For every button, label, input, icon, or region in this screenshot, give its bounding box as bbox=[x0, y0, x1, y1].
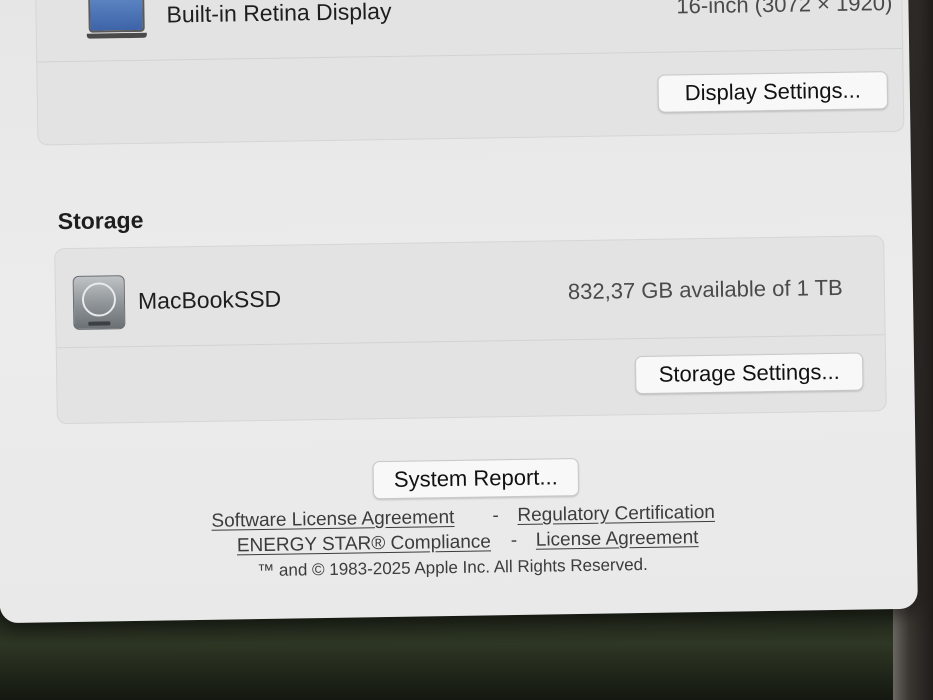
display-name: Built-in Retina Display bbox=[166, 0, 392, 28]
internal-disk-icon bbox=[72, 275, 126, 330]
disk-platter-icon bbox=[81, 282, 117, 317]
display-divider bbox=[37, 47, 903, 63]
display-detail: 16-inch (3072 × 1920) bbox=[676, 0, 893, 19]
software-license-agreement-link[interactable]: Software License Agreement bbox=[211, 507, 454, 533]
storage-section-title: Storage bbox=[57, 206, 144, 235]
disk-port-icon bbox=[88, 321, 111, 326]
license-agreement-link[interactable]: License Agreement bbox=[536, 527, 699, 552]
display-icon bbox=[88, 0, 145, 33]
disk-availability: 832,37 GB available of 1 TB bbox=[567, 274, 843, 305]
energy-star-compliance-link[interactable]: ENERGY STAR® Compliance bbox=[237, 531, 491, 557]
footer-separator: - bbox=[492, 505, 499, 527]
about-this-mac-window: Built-in Retina Display 16-inch (3072 × … bbox=[0, 0, 918, 624]
footer-separator: - bbox=[510, 530, 518, 552]
regulatory-certification-link[interactable]: Regulatory Certification bbox=[517, 502, 715, 527]
disk-name: MacBookSSD bbox=[137, 285, 282, 314]
display-group: Built-in Retina Display 16-inch (3072 × … bbox=[35, 0, 905, 146]
storage-divider bbox=[56, 334, 885, 349]
storage-settings-button[interactable]: Storage Settings... bbox=[634, 352, 864, 395]
display-settings-button[interactable]: Display Settings... bbox=[657, 71, 889, 113]
storage-group: MacBookSSD 832,37 GB available of 1 TB S… bbox=[54, 235, 887, 425]
system-report-button[interactable]: System Report... bbox=[372, 458, 580, 500]
copyright-text: ™ and © 1983-2025 Apple Inc. All Rights … bbox=[257, 554, 648, 581]
